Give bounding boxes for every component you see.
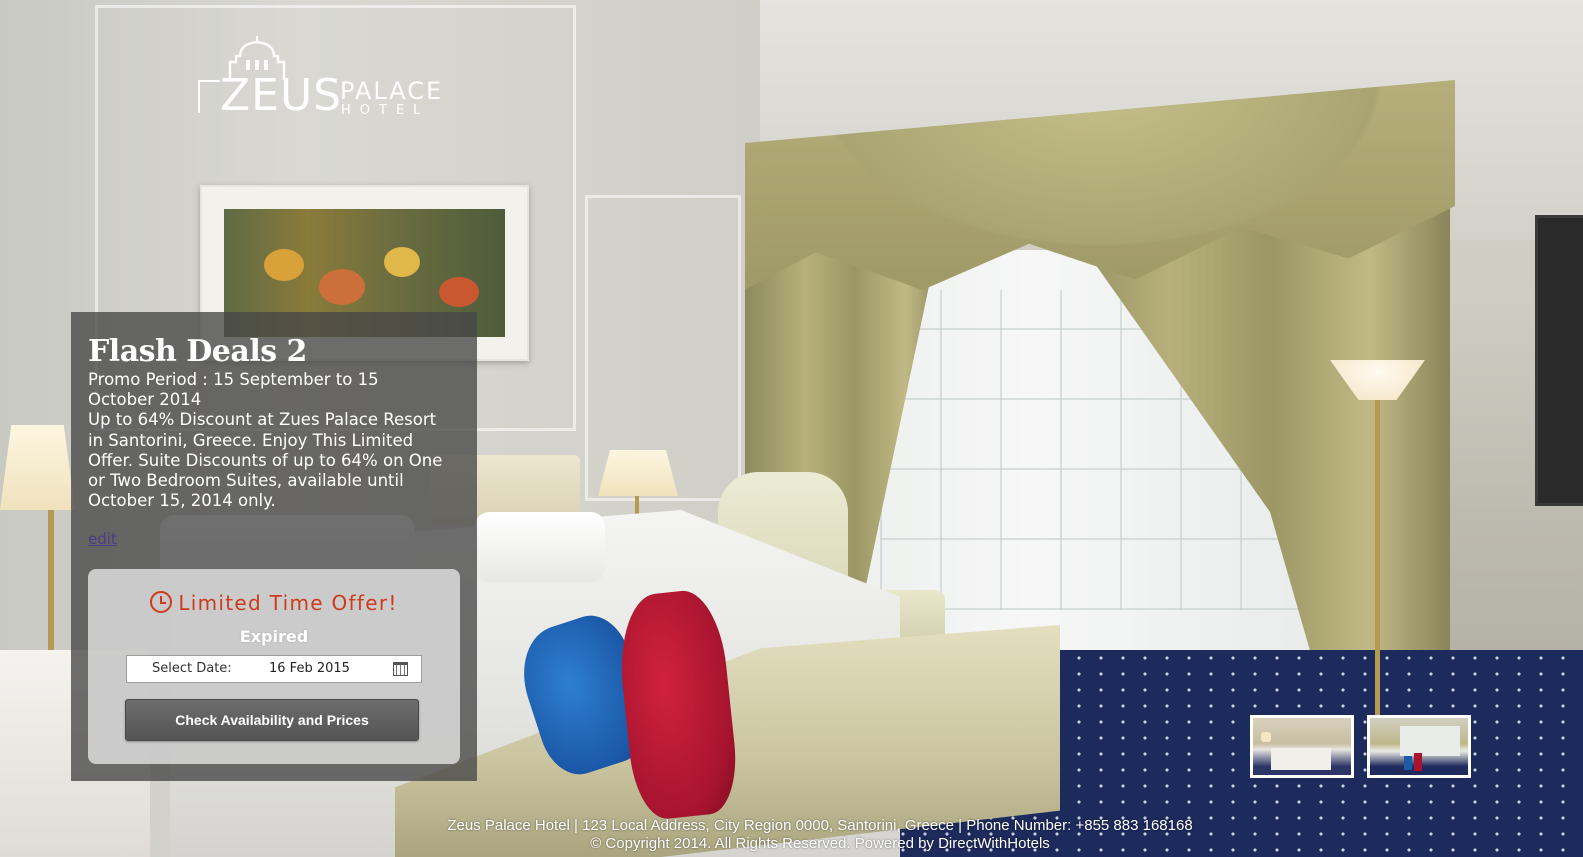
- date-value[interactable]: 16 Feb 2015: [269, 661, 350, 676]
- footer: Zeus Palace Hotel | 123 Local Address, C…: [0, 817, 1583, 853]
- room-thumbnail-2[interactable]: [1367, 715, 1471, 778]
- offer-title-text: Limited Time Offer!: [178, 591, 398, 615]
- date-label: Select Date:: [152, 661, 232, 676]
- hotel-logo[interactable]: ZEUS PALACE HOTEL: [198, 36, 441, 121]
- promo-title: Flash Deals 2: [88, 334, 307, 369]
- offer-title: Limited Time Offer!: [88, 591, 460, 615]
- wall-tv: [1535, 215, 1583, 506]
- table-lamp: [0, 425, 75, 510]
- clock-icon: [150, 591, 173, 613]
- promo-panel: Flash Deals 2 Promo Period : 15 Septembe…: [71, 312, 477, 781]
- logo-text-main: ZEUS: [220, 70, 343, 121]
- logo-text-sub: PALACE: [340, 77, 444, 105]
- limited-offer-box: Limited Time Offer! Expired Select Date:…: [88, 569, 460, 764]
- offer-status: Expired: [239, 627, 309, 646]
- table-lamp: [598, 450, 678, 496]
- logo-text-small: HOTEL: [341, 103, 430, 118]
- promo-description: Promo Period : 15 September to 15 Octobe…: [88, 370, 443, 511]
- calendar-icon[interactable]: [393, 662, 408, 676]
- pillow: [475, 512, 605, 582]
- thumbnail-image: [1370, 718, 1468, 775]
- room-thumbnail-1[interactable]: [1250, 715, 1354, 778]
- edit-link[interactable]: edit: [88, 530, 117, 548]
- date-picker-field[interactable]: Select Date: 16 Feb 2015: [126, 655, 422, 683]
- footer-address: Zeus Palace Hotel | 123 Local Address, C…: [447, 817, 1193, 834]
- thumbnail-image: [1253, 718, 1351, 775]
- footer-copyright: © Copyright 2014. All Rights Reserved. P…: [590, 835, 1050, 852]
- check-availability-button[interactable]: Check Availability and Prices: [125, 699, 419, 741]
